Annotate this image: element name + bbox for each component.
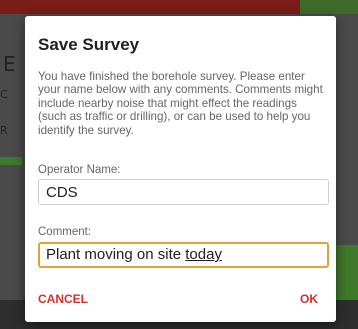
ok-button[interactable]: OK	[298, 288, 320, 310]
save-survey-dialog: Save Survey You have finished the boreho…	[25, 16, 336, 322]
operator-name-label: Operator Name:	[38, 164, 121, 176]
dialog-message: You have finished the borehole survey. P…	[38, 70, 323, 137]
dialog-title: Save Survey	[38, 35, 140, 54]
background-text: C	[0, 88, 8, 101]
background-strip	[336, 245, 358, 301]
cancel-button[interactable]: CANCEL	[36, 288, 90, 310]
comment-input[interactable]	[38, 242, 329, 268]
background-text: R	[0, 124, 8, 137]
background-toolbar-accent	[300, 0, 358, 14]
background-text: E	[3, 52, 16, 76]
background-strip	[0, 157, 22, 165]
comment-label: Comment:	[38, 226, 92, 238]
operator-name-input[interactable]	[38, 179, 329, 205]
